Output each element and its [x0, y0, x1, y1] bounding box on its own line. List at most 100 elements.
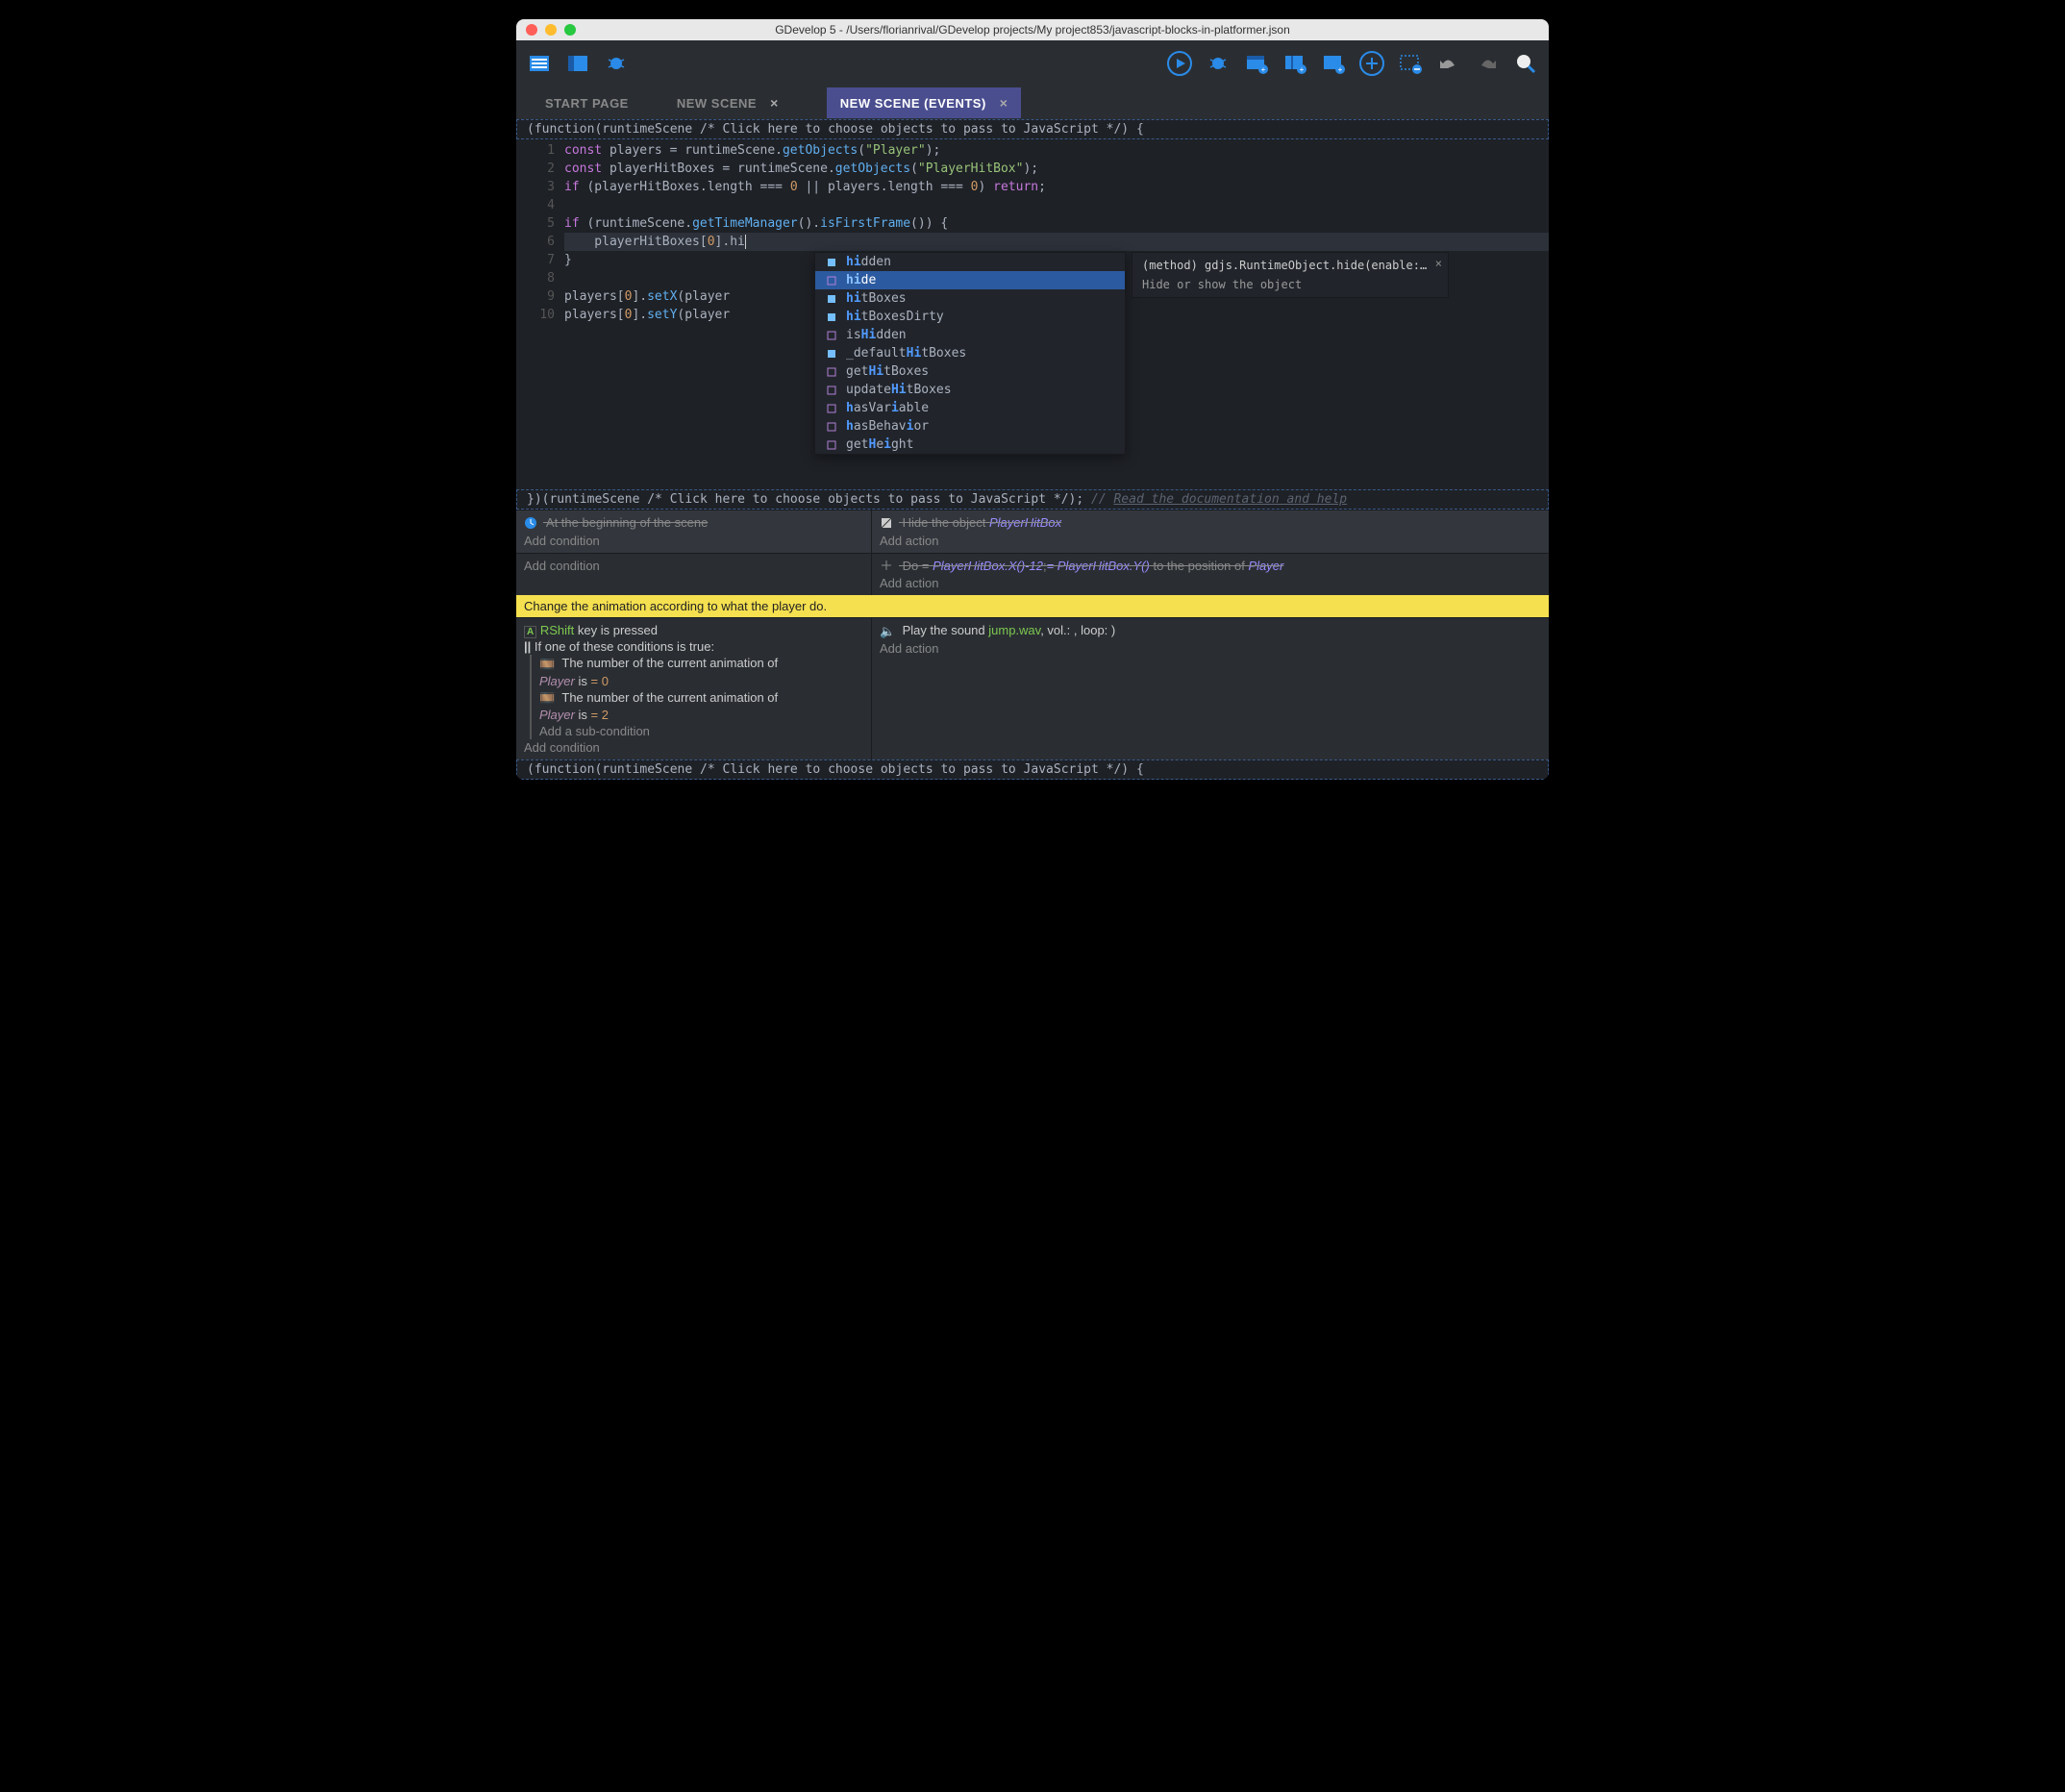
cube-property-icon: [825, 311, 838, 324]
action-disabled[interactable]: Hide the object PlayerHitBox: [880, 514, 1541, 533]
function-header[interactable]: (function(runtimeScene /* Click here to …: [516, 119, 1549, 139]
autocomplete-item[interactable]: updateHitBoxes: [815, 381, 1125, 399]
event-row[interactable]: A RShift key is pressed || If one of the…: [516, 617, 1549, 759]
cube-property-icon: [825, 347, 838, 361]
autocomplete-label: hitBoxesDirty: [846, 310, 944, 324]
action-disabled[interactable]: Do = PlayerHitBox.X()-12;= PlayerHitBox.…: [880, 558, 1541, 576]
autocomplete-popup[interactable]: hidden hide hitBoxes hitBoxesDirty isHidden _…: [814, 252, 1126, 455]
gutter: 1 2 3 4 5 6 7 8 9 10: [516, 139, 564, 326]
signature-text: (method) gdjs.RuntimeObject.hide(enable:…: [1142, 259, 1438, 272]
add-comment-button[interactable]: +: [1318, 48, 1349, 79]
code-editor[interactable]: (function(runtimeScene /* Click here to …: [516, 119, 1549, 510]
redo-button[interactable]: [1472, 48, 1503, 79]
autocomplete-item[interactable]: hide: [815, 271, 1125, 289]
tab-start-page[interactable]: START PAGE: [545, 88, 629, 118]
autocomplete-label: hidden: [846, 255, 891, 269]
add-condition-link[interactable]: Add condition: [524, 739, 863, 756]
window-title: GDevelop 5 - /Users/florianrival/GDevelo…: [775, 23, 1290, 37]
sub-condition-cont[interactable]: Player is = 0: [539, 673, 863, 689]
signature-desc: Hide or show the object: [1142, 278, 1438, 291]
tab-label: NEW SCENE: [677, 96, 757, 111]
cube-method-icon: [825, 438, 838, 452]
cube-method-icon: [825, 402, 838, 415]
traffic-lights: [526, 24, 576, 36]
toolbar-panel-left-icon[interactable]: [524, 48, 555, 79]
tab-label: NEW SCENE (EVENTS): [840, 96, 986, 111]
undo-button[interactable]: [1433, 48, 1464, 79]
hide-icon: [880, 516, 895, 532]
svg-text:+: +: [1261, 65, 1266, 74]
comment-row[interactable]: Change the animation according to what t…: [516, 595, 1549, 617]
app-window: GDevelop 5 - /Users/florianrival/GDevelo…: [516, 19, 1549, 780]
position-icon: [880, 559, 895, 574]
autocomplete-label: updateHitBoxes: [846, 383, 952, 397]
add-action-link[interactable]: Add action: [880, 575, 1541, 591]
autocomplete-item[interactable]: isHidden: [815, 326, 1125, 344]
add-event-button[interactable]: +: [1241, 48, 1272, 79]
minimize-window-icon[interactable]: [545, 24, 557, 36]
cube-method-icon: [825, 384, 838, 397]
function-footer[interactable]: })(runtimeScene /* Click here to choose …: [516, 489, 1549, 510]
autocomplete-item[interactable]: hasVariable: [815, 399, 1125, 417]
add-condition-link[interactable]: Add condition: [524, 533, 863, 549]
cube-property-icon: [825, 256, 838, 269]
cube-method-icon: [825, 274, 838, 287]
film-icon: 🎞️: [539, 690, 555, 706]
autocomplete-label: hasBehavior: [846, 419, 929, 434]
autocomplete-label: hitBoxes: [846, 291, 907, 306]
condition[interactable]: A RShift key is pressed: [524, 622, 863, 638]
add-condition-link[interactable]: Add condition: [524, 558, 863, 574]
function-header-bottom[interactable]: (function(runtimeScene /* Click here to …: [516, 759, 1549, 780]
autocomplete-item[interactable]: hidden: [815, 253, 1125, 271]
close-window-icon[interactable]: [526, 24, 537, 36]
cube-method-icon: [825, 329, 838, 342]
add-action-link[interactable]: Add action: [880, 640, 1541, 657]
condition-disabled[interactable]: At the beginning of the scene: [524, 514, 863, 533]
toolbar-bug-icon[interactable]: [601, 48, 632, 79]
condition-or[interactable]: || If one of these conditions is true:: [524, 638, 863, 655]
sub-condition[interactable]: 🎞️ The number of the current animation o…: [539, 655, 863, 673]
text-cursor: [745, 235, 746, 249]
cube-property-icon: [825, 292, 838, 306]
autocomplete-item[interactable]: hitBoxesDirty: [815, 308, 1125, 326]
delete-button[interactable]: [1395, 48, 1426, 79]
titlebar: GDevelop 5 - /Users/florianrival/GDevelo…: [516, 19, 1549, 40]
tab-new-scene-events[interactable]: NEW SCENE (EVENTS) ×: [827, 87, 1022, 118]
autocomplete-label: hasVariable: [846, 401, 929, 415]
tab-new-scene[interactable]: NEW SCENE ×: [677, 87, 779, 118]
cube-method-icon: [825, 365, 838, 379]
event-row[interactable]: Add condition Do = PlayerHitBox.X()-12;=…: [516, 553, 1549, 596]
close-tooltip-icon[interactable]: ×: [1435, 257, 1442, 270]
toolbar: + + +: [516, 40, 1549, 87]
action[interactable]: 🔈 Play the sound jump.wav, vol.: , loop:…: [880, 622, 1541, 640]
cube-method-icon: [825, 420, 838, 434]
svg-text:+: +: [1300, 65, 1305, 74]
autocomplete-item[interactable]: getHeight: [815, 436, 1125, 454]
close-tab-icon[interactable]: ×: [770, 95, 779, 111]
tabs: START PAGE NEW SCENE × NEW SCENE (EVENTS…: [516, 87, 1549, 119]
autocomplete-item[interactable]: hasBehavior: [815, 417, 1125, 436]
play-button[interactable]: [1164, 48, 1195, 79]
autocomplete-label: isHidden: [846, 328, 907, 342]
toolbar-scene-icon[interactable]: [562, 48, 593, 79]
add-action-link[interactable]: Add action: [880, 533, 1541, 549]
events-sheet: At the beginning of the scene Add condit…: [516, 510, 1549, 780]
debug-button[interactable]: [1203, 48, 1233, 79]
autocomplete-label: _defaultHitBoxes: [846, 346, 966, 361]
search-button[interactable]: [1510, 48, 1541, 79]
sub-condition-cont[interactable]: Player is = 2: [539, 707, 863, 723]
close-tab-icon[interactable]: ×: [1000, 95, 1008, 111]
add-subcondition-link[interactable]: Add a sub-condition: [539, 723, 863, 739]
add-button[interactable]: [1356, 48, 1387, 79]
signature-tooltip: × (method) gdjs.RuntimeObject.hide(enabl…: [1132, 252, 1449, 298]
speaker-icon: 🔈: [880, 624, 895, 639]
maximize-window-icon[interactable]: [564, 24, 576, 36]
autocomplete-item[interactable]: hitBoxes: [815, 289, 1125, 308]
autocomplete-label: getHeight: [846, 437, 913, 452]
autocomplete-item[interactable]: getHitBoxes: [815, 362, 1125, 381]
sub-condition[interactable]: 🎞️ The number of the current animation o…: [539, 689, 863, 708]
add-subevent-button[interactable]: +: [1280, 48, 1310, 79]
event-row[interactable]: At the beginning of the scene Add condit…: [516, 510, 1549, 553]
autocomplete-item[interactable]: _defaultHitBoxes: [815, 344, 1125, 362]
clock-icon: [524, 516, 539, 532]
